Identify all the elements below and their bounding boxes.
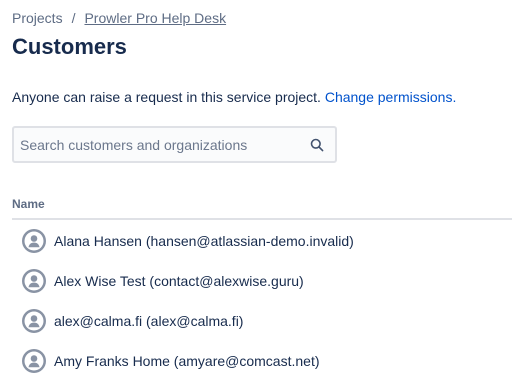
user-avatar-icon [22, 349, 46, 373]
table-header: Name [12, 194, 512, 220]
column-header-name[interactable]: Name [12, 196, 45, 212]
user-avatar-icon [22, 229, 46, 253]
user-avatar-icon [22, 309, 46, 333]
breadcrumb: Projects / Prowler Pro Help Desk [12, 10, 226, 26]
table-row[interactable]: alex@calma.fi (alex@calma.fi) [12, 301, 512, 341]
breadcrumb-separator: / [71, 10, 76, 26]
table-row[interactable]: Amy Franks Home (amyare@comcast.net) [12, 341, 512, 381]
search-icon[interactable] [299, 128, 335, 161]
customer-list: Alana Hansen (hansen@atlassian-demo.inva… [12, 221, 512, 381]
customer-name: alex@calma.fi (alex@calma.fi) [54, 313, 244, 329]
table-row[interactable]: Alana Hansen (hansen@atlassian-demo.inva… [12, 221, 512, 261]
user-avatar-icon [22, 269, 46, 293]
permissions-description-text: Anyone can raise a request in this servi… [12, 89, 321, 105]
customers-page: Projects / Prowler Pro Help Desk Custome… [0, 0, 512, 388]
customer-name: Alex Wise Test (contact@alexwise.guru) [54, 273, 304, 289]
permissions-description: Anyone can raise a request in this servi… [12, 88, 456, 106]
page-title: Customers [12, 34, 127, 59]
customer-search-box [12, 126, 337, 163]
customer-search-input[interactable] [14, 128, 299, 161]
customer-name: Amy Franks Home (amyare@comcast.net) [54, 353, 320, 369]
breadcrumb-project-link[interactable]: Prowler Pro Help Desk [84, 10, 226, 26]
breadcrumb-projects-link[interactable]: Projects [12, 10, 63, 26]
table-row[interactable]: Alex Wise Test (contact@alexwise.guru) [12, 261, 512, 301]
customer-name: Alana Hansen (hansen@atlassian-demo.inva… [54, 233, 354, 249]
change-permissions-link[interactable]: Change permissions. [325, 89, 457, 105]
